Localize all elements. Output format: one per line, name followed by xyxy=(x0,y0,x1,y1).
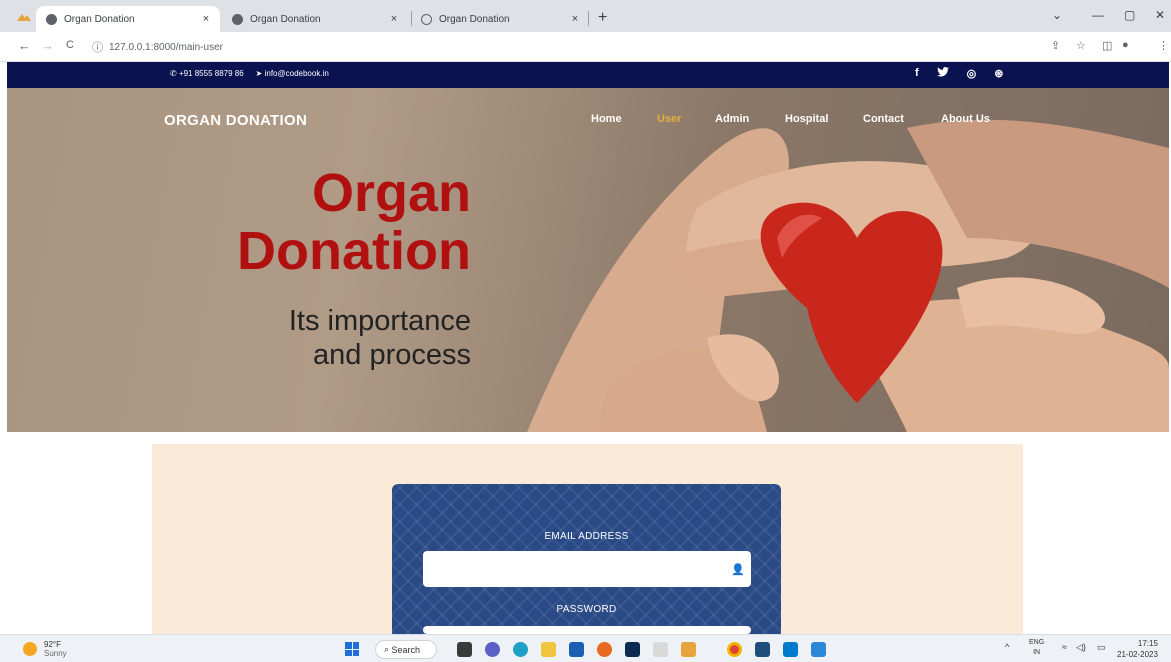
taskbar-search[interactable]: ⌕ Search xyxy=(375,640,437,659)
battery-icon[interactable]: ▭ xyxy=(1097,642,1106,653)
browser-tab-strip: Organ Donation × Organ Donation × Organ … xyxy=(0,0,1171,32)
taskbar-clock[interactable]: 17:15 21-02-2023 xyxy=(1117,638,1158,660)
forward-button[interactable]: → xyxy=(41,38,54,53)
firefox-icon[interactable] xyxy=(597,642,612,657)
search-label: Search xyxy=(391,644,421,655)
hero-subtitle-line1: Its importance xyxy=(288,305,471,337)
volume-icon[interactable]: ◁) xyxy=(1076,642,1086,653)
nav-user[interactable]: User xyxy=(657,113,681,125)
tab-organ-donation-3[interactable]: Organ Donation × xyxy=(411,6,589,32)
email-field[interactable] xyxy=(423,551,751,587)
hero-subtitle-line2: and process xyxy=(313,339,471,371)
tab-organ-donation-2[interactable]: Organ Donation × xyxy=(222,6,408,32)
reload-button[interactable]: C xyxy=(66,39,74,51)
globe-icon xyxy=(232,13,243,25)
phone-contact[interactable]: ✆ +91 8555 8879 86 xyxy=(170,69,244,78)
edge-icon[interactable] xyxy=(513,642,528,657)
folder-icon[interactable] xyxy=(681,642,696,657)
browser-toolbar: ← → C ⓘ 127.0.0.1:8000/main-user ⇪ ☆ ◫ ●… xyxy=(0,32,1171,62)
app-window-icon[interactable] xyxy=(811,642,826,657)
tab-close-icon[interactable]: × xyxy=(386,13,402,25)
new-tab-button[interactable]: + xyxy=(598,9,607,27)
sun-icon xyxy=(23,642,37,656)
login-card: EMAIL ADDRESS 👤 PASSWORD xyxy=(392,484,781,634)
language-indicator[interactable]: ENG IN xyxy=(1029,638,1044,658)
contact-bar: ✆ +91 8555 8879 86 ➤ info@codebook.in f … xyxy=(7,62,1169,88)
weather-temp: 92°F xyxy=(44,640,61,649)
profile-avatar-icon[interactable]: ● xyxy=(1122,39,1129,51)
email-contact[interactable]: ➤ info@codebook.in xyxy=(256,69,329,78)
hero-subtitle: Its importance and process xyxy=(289,304,471,372)
minimize-button[interactable]: — xyxy=(1092,8,1104,22)
tab-title: Organ Donation xyxy=(250,13,321,25)
store-icon[interactable] xyxy=(569,642,584,657)
nav-about-us[interactable]: About Us xyxy=(941,113,990,125)
contact-info: ✆ +91 8555 8879 86 ➤ info@codebook.in xyxy=(170,69,329,78)
tab-title: Organ Donation xyxy=(64,13,135,25)
nav-home[interactable]: Home xyxy=(591,113,622,125)
site-brand[interactable]: ORGAN DONATION xyxy=(164,112,307,129)
back-button[interactable]: ← xyxy=(18,38,31,53)
search-icon: ⌕ xyxy=(384,644,392,654)
instagram-icon[interactable]: ◎ xyxy=(967,67,977,80)
hero-title-line2: Donation xyxy=(237,221,471,281)
nav-hospital[interactable]: Hospital xyxy=(785,113,828,125)
region-code: IN xyxy=(1033,649,1041,656)
dribbble-icon[interactable]: ⊛ xyxy=(994,67,1003,80)
twitter-icon[interactable] xyxy=(936,67,949,80)
chrome-icon[interactable] xyxy=(727,642,742,657)
social-links: f ◎ ⊛ xyxy=(915,67,1004,80)
clock-date: 21-02-2023 xyxy=(1117,650,1158,659)
vscode-icon[interactable] xyxy=(783,642,798,657)
tab-search-button[interactable]: ⌄ xyxy=(1052,8,1062,22)
start-button[interactable] xyxy=(345,642,359,656)
side-panel-icon[interactable]: ◫ xyxy=(1102,39,1112,52)
phone-number: +91 8555 8879 86 xyxy=(178,69,244,78)
dropbox-icon[interactable] xyxy=(625,642,640,657)
facebook-icon[interactable]: f xyxy=(915,67,919,80)
nav-contact[interactable]: Contact xyxy=(863,113,904,125)
phone-icon: ✆ xyxy=(170,69,179,78)
hero-title: Organ Donation xyxy=(237,164,471,280)
globe-icon xyxy=(46,13,57,25)
hero-banner: ORGAN DONATION Home User Admin Hospital … xyxy=(7,88,1169,432)
send-icon: ➤ xyxy=(255,69,265,78)
address-bar[interactable]: ⓘ 127.0.0.1:8000/main-user xyxy=(92,36,1036,58)
close-window-button[interactable]: ✕ xyxy=(1155,8,1165,22)
bookmark-star-icon[interactable]: ☆ xyxy=(1076,39,1086,52)
user-icon: 👤 xyxy=(731,564,745,576)
tab-close-icon[interactable]: × xyxy=(198,13,214,25)
loading-icon xyxy=(421,13,432,25)
browser-menu-icon[interactable]: ⋮ xyxy=(1158,39,1169,52)
weather-text: 92°F Sunny xyxy=(44,640,67,658)
amazon-icon[interactable] xyxy=(653,642,668,657)
tab-title: Organ Donation xyxy=(439,13,510,25)
restore-button[interactable]: ▢ xyxy=(1124,8,1135,22)
email-address: info@codebook.in xyxy=(264,69,329,78)
clock-time: 17:15 xyxy=(1137,639,1158,648)
nav-admin[interactable]: Admin xyxy=(715,113,749,125)
task-view-icon[interactable] xyxy=(457,642,472,657)
password-label: PASSWORD xyxy=(556,604,617,615)
wifi-icon[interactable]: ≈ xyxy=(1062,642,1067,652)
weather-widget[interactable]: 92°F Sunny xyxy=(23,640,67,658)
app-logo-icon xyxy=(17,14,31,21)
windows-taskbar: 92°F Sunny ⌕ Search ^ ENG IN ≈ ◁) ▭ 17:1… xyxy=(0,634,1171,662)
hero-title-line1: Organ xyxy=(311,163,471,223)
tab-close-icon[interactable]: × xyxy=(567,13,583,25)
password-field[interactable] xyxy=(423,626,751,634)
hands-heart-image xyxy=(527,119,1169,432)
email-label: EMAIL ADDRESS xyxy=(544,531,629,542)
weather-desc: Sunny xyxy=(44,649,67,658)
url-text: 127.0.0.1:8000/main-user xyxy=(109,41,223,53)
tab-divider xyxy=(588,11,589,26)
language-code: ENG xyxy=(1029,639,1045,646)
chat-icon[interactable] xyxy=(485,642,500,657)
site-info-icon[interactable]: ⓘ xyxy=(92,39,103,55)
file-explorer-icon[interactable] xyxy=(541,642,556,657)
sql-server-icon[interactable] xyxy=(755,642,770,657)
tab-organ-donation-1[interactable]: Organ Donation × xyxy=(36,6,220,32)
share-icon[interactable]: ⇪ xyxy=(1051,39,1060,52)
tray-overflow-icon[interactable]: ^ xyxy=(1005,642,1009,652)
